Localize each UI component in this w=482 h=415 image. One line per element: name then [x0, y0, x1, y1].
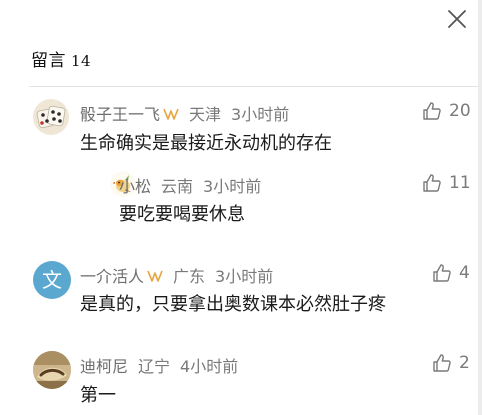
- comment-text: 第一: [80, 385, 116, 406]
- thumbs-up-icon: [423, 174, 441, 192]
- photo-avatar-icon: [33, 351, 71, 389]
- thumbs-up-icon: [433, 354, 451, 372]
- comments-title: 留言 14: [31, 46, 91, 71]
- like-count: 4: [459, 263, 470, 283]
- close-icon: [448, 10, 466, 28]
- thumbs-up-icon: [423, 102, 441, 120]
- comment-author[interactable]: 骰子王一飞: [80, 101, 160, 125]
- avatar[interactable]: [33, 99, 69, 135]
- like-button[interactable]: 20: [422, 101, 471, 121]
- like-count: 11: [449, 173, 471, 193]
- reply-meta: 小松 云南 3小时前: [119, 173, 261, 197]
- thumbs-up-icon: [433, 264, 451, 282]
- like-count: 2: [459, 353, 470, 373]
- like-button[interactable]: 2: [432, 353, 470, 373]
- reply-time: 3小时前: [203, 177, 262, 196]
- avatar[interactable]: [33, 351, 71, 389]
- like-button[interactable]: 11: [422, 173, 471, 193]
- comment-meta: 骰子王一飞 天津 3小时前: [80, 101, 289, 125]
- verified-badge-icon: [163, 106, 179, 120]
- verified-badge-icon: [147, 268, 163, 282]
- reply-text: 要吃要喝要休息: [119, 204, 245, 225]
- dice-avatar-icon: [33, 99, 69, 135]
- reply-author[interactable]: 小松: [119, 173, 151, 197]
- comments-count: 14: [71, 52, 92, 70]
- comment-author[interactable]: 一介活人: [80, 263, 144, 287]
- comment-location: 广东: [173, 267, 206, 286]
- like-count: 20: [449, 101, 471, 121]
- comment-location: 辽宁: [138, 357, 171, 376]
- comments-title-label: 留言: [31, 51, 66, 71]
- comment-text: 生命确实是最接近永动机的存在: [80, 133, 332, 154]
- avatar[interactable]: 文: [33, 261, 71, 299]
- header-divider: [29, 86, 482, 87]
- comment-author[interactable]: 迪柯尼: [80, 353, 128, 377]
- comment-time: 3小时前: [231, 105, 290, 124]
- comment-time: 4小时前: [180, 357, 239, 376]
- reply-location: 云南: [161, 177, 194, 196]
- comment-text: 是真的，只要拿出奥数课本必然肚子疼: [80, 294, 386, 315]
- avatar-letter: 文: [42, 268, 62, 292]
- comment-location: 天津: [189, 105, 222, 124]
- comment-meta: 一介活人 广东 3小时前: [80, 263, 273, 287]
- comment-meta: 迪柯尼 辽宁 4小时前: [80, 353, 238, 377]
- comment-time: 3小时前: [215, 267, 274, 286]
- close-button[interactable]: [446, 8, 468, 30]
- scrollbar-track[interactable]: [478, 0, 482, 415]
- like-button[interactable]: 4: [432, 263, 470, 283]
